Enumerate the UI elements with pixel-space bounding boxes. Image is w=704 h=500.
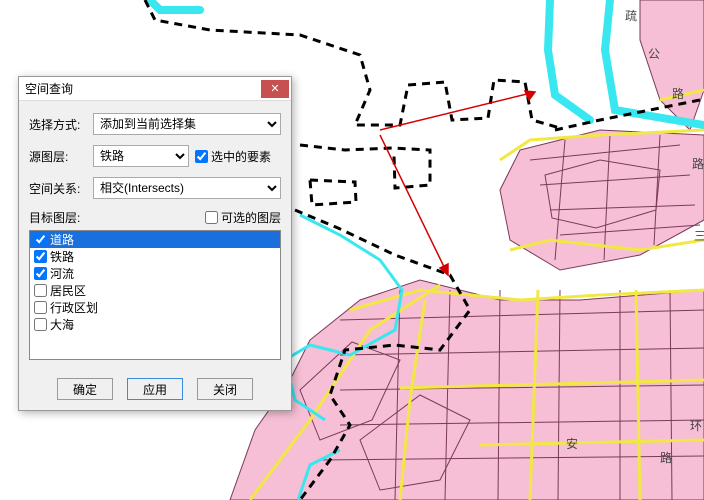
layer-checkbox[interactable] (34, 250, 47, 263)
layer-checkbox[interactable] (34, 301, 47, 314)
select-mode-dropdown[interactable]: 添加到当前选择集 (93, 113, 281, 135)
road-label: 路 (692, 156, 704, 171)
dialog-titlebar[interactable]: 空间查询 ✕ (19, 77, 291, 101)
layer-label: 道路 (50, 231, 74, 248)
layer-label: 行政区划 (50, 299, 98, 316)
layer-label: 铁路 (50, 248, 74, 265)
selected-features-checkbox[interactable] (195, 150, 208, 163)
road-label: 安 (566, 436, 578, 451)
target-layer-listbox[interactable]: 道路 铁路 河流 居民区 行政区划 大海 (29, 230, 281, 360)
layer-checkbox[interactable] (34, 267, 47, 280)
close-icon[interactable]: ✕ (261, 80, 289, 98)
source-layer-label: 源图层: (29, 148, 87, 165)
road-label: 路 (672, 86, 684, 101)
spatial-query-dialog: 空间查询 ✕ 选择方式: 添加到当前选择集 源图层: 铁路 选中的要素 空间关系… (18, 76, 292, 411)
close-button[interactable]: 关闭 (197, 378, 253, 400)
list-item[interactable]: 道路 (30, 231, 280, 248)
layer-checkbox[interactable] (34, 318, 47, 331)
layer-checkbox[interactable] (34, 233, 47, 246)
apply-button[interactable]: 应用 (127, 378, 183, 400)
list-item[interactable]: 大海 (30, 316, 280, 333)
selectable-layers-label: 可选的图层 (221, 209, 281, 226)
layer-label: 居民区 (50, 282, 86, 299)
list-item[interactable]: 行政区划 (30, 299, 280, 316)
spatial-relation-label: 空间关系: (29, 180, 87, 197)
selectable-layers-checkbox[interactable] (205, 211, 218, 224)
dialog-title: 空间查询 (25, 80, 261, 97)
list-item[interactable]: 铁路 (30, 248, 280, 265)
selected-features-label: 选中的要素 (211, 148, 271, 165)
road-label: 三 (694, 229, 704, 243)
layer-checkbox[interactable] (34, 284, 47, 297)
road-label: 疏 (625, 8, 637, 23)
road-label: 公 (648, 47, 660, 61)
road-label: 路 (660, 450, 672, 465)
list-item[interactable]: 居民区 (30, 282, 280, 299)
layer-label: 大海 (50, 316, 74, 333)
target-layer-label: 目标图层: (29, 209, 80, 226)
road-label: 环 (690, 419, 702, 433)
ok-button[interactable]: 确定 (57, 378, 113, 400)
layer-label: 河流 (50, 265, 74, 282)
source-layer-dropdown[interactable]: 铁路 (93, 145, 189, 167)
list-item[interactable]: 河流 (30, 265, 280, 282)
spatial-relation-dropdown[interactable]: 相交(Intersects) (93, 177, 281, 199)
select-mode-label: 选择方式: (29, 116, 87, 133)
